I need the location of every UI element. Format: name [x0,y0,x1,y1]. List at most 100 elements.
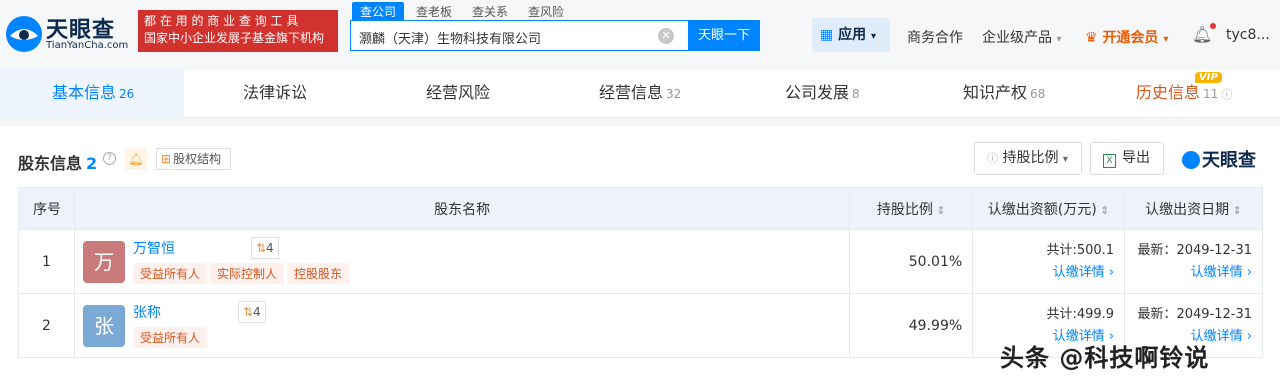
section-title: 股东信息 2 [18,150,97,174]
shareholder-table: 序号 股东名称 持股比例 认缴出资额(万元) 认缴出资日期 1 万 万智恒 ⇅4… [18,187,1263,358]
excel-icon: X [1103,154,1116,168]
ratio-filter-button[interactable]: ⓘ 持股比例 ▾ [974,142,1082,175]
tab-ip[interactable]: 知识产权 68 [963,70,1045,118]
tab-label: 历史信息 [1136,83,1201,102]
top-bar: 天眼查 TianYanCha.com 都 在 用 的 商 业 查 询 工 具 国… [0,0,1280,70]
tab-count: 32 [666,87,682,101]
app-menu-label: 应用 [838,27,867,43]
ratio-filter-label: 持股比例 [1002,150,1059,166]
nav-business[interactable]: 商务合作 [907,27,963,47]
search-tab-relation[interactable]: 查关系 [464,2,516,21]
relation-icon: ⇅ [255,241,267,255]
search-button[interactable]: 天眼一下 [688,20,760,51]
share-ratio: 49.99% [849,293,974,358]
section-count: 2 [86,154,98,173]
help-icon: ⓘ [1221,88,1233,101]
tab-label: 基本信息 [52,83,117,102]
caret-down-icon: ▾ [1163,34,1169,45]
tab-basic-info[interactable]: 基本信息 26 [52,70,134,118]
nav-vip-label: 开通会员 [1102,30,1159,46]
help-icon[interactable]: ? [103,152,116,165]
tag-controlling-shareholder: 控股股东 [287,263,350,284]
search-tab-company[interactable]: 查公司 [352,2,405,21]
shareholder-name[interactable]: 万智恒 [133,238,175,258]
shareholder-cell: 万 万智恒 ⇅4 受益所有人 实际控制人 控股股东 [73,229,851,294]
relation-icon: ⇅ [242,305,254,319]
tab-operation-info[interactable]: 经营信息 32 [599,70,681,118]
vip-badge: VIP [1195,72,1222,83]
tab-operation-risk[interactable]: 经营风险 [426,70,490,118]
help-icon: ⓘ [987,152,998,165]
amount-cell: 共计:500.1 认缴详情 › [972,229,1126,294]
nav-enterprise-products[interactable]: 企业级产品 ▾ [982,27,1061,47]
tag-beneficial-owner: 受益所有人 [132,327,207,348]
monitor-bell-icon[interactable]: 🔔︎ [125,148,147,170]
header-name: 股东名称 [73,187,851,230]
notification-dot [1210,23,1216,29]
watermark: 头条 @科技啊铃说 [1000,344,1210,372]
nav-enterprise-label: 企业级产品 [982,30,1052,46]
grid-icon: ▦ [820,27,834,43]
tab-label: 经营信息 [599,83,664,102]
section-title-label: 股东信息 [18,154,83,173]
search-tab-boss[interactable]: 查老板 [408,2,460,21]
tag-list: 受益所有人 实际控制人 控股股东 [132,263,352,284]
tag-list: 受益所有人 [132,327,210,348]
brand-text: 天眼查 [1202,150,1256,171]
tab-count: 26 [119,87,135,101]
slogan-banner: 都 在 用 的 商 业 查 询 工 具 国家中小企业发展子基金旗下机构 [138,10,338,52]
search-tab-risk[interactable]: 查风险 [520,2,572,21]
header-ratio[interactable]: 持股比例 [849,187,974,230]
date-detail-link[interactable]: 认缴详情 › [1125,262,1252,284]
search-input[interactable]: 灏麟（天津）生物科技有限公司 [350,20,690,51]
amount-detail-link[interactable]: 认缴详情 › [973,262,1114,284]
tab-label: 公司发展 [785,83,850,102]
amount-total: 共计:499.9 [1046,306,1115,322]
equity-structure-label: 股权结构 [173,152,222,166]
shareholder-cell: 张 张称 ⇅4 受益所有人 [73,293,851,358]
logo[interactable]: 天眼查 TianYanCha.com [4,8,136,56]
tag-actual-controller: 实际控制人 [209,263,284,284]
avatar[interactable]: 万 [82,241,125,283]
header-amount[interactable]: 认缴出资额(万元) [972,187,1126,230]
user-account[interactable]: tyc8... [1226,27,1270,43]
export-button[interactable]: X 导出 [1090,142,1164,175]
clear-icon[interactable]: ✕ [658,28,674,44]
tab-count: 68 [1030,87,1046,101]
logo-subtitle: TianYanCha.com [46,40,129,51]
export-label: 导出 [1122,150,1150,166]
company-tabs: 基本信息 26 法律诉讼 经营风险 经营信息 32 公司发展 8 知识产权 68 历史信… [0,70,1280,118]
row-index: 1 [18,229,75,294]
relation-count-badge[interactable]: ⇅4 [250,237,279,259]
tab-legal[interactable]: 法律诉讼 [243,70,307,118]
tab-label: 知识产权 [963,83,1028,102]
date-latest: 最新：2049-12-31 [1137,306,1252,322]
relation-count-badge[interactable]: ⇅4 [237,301,266,323]
caret-down-icon: ▾ [1056,34,1062,45]
tab-development[interactable]: 公司发展 8 [785,70,860,118]
tab-label: 经营风险 [426,83,491,102]
row-index: 2 [18,293,75,358]
table-header-row: 序号 股东名称 持股比例 认缴出资额(万元) 认缴出资日期 [18,187,1263,230]
caret-down-icon: ▾ [1062,154,1068,165]
caret-down-icon: ▾ [870,31,877,42]
nav-vip[interactable]: ♛ 开通会员 ▾ [1085,27,1168,47]
avatar[interactable]: 张 [82,305,125,347]
tab-count: 8 [852,87,860,101]
bell-icon[interactable]: 🔔︎ [1192,25,1212,44]
header-index: 序号 [18,187,75,230]
app-menu-button[interactable]: ▦ 应用 ▾ [812,18,890,52]
relation-count: 4 [253,305,261,319]
header-date[interactable]: 认缴出资日期 [1124,187,1263,230]
relation-count: 4 [266,241,274,255]
slogan-line-2: 国家中小企业发展子基金旗下机构 [144,31,325,45]
logo-eye-icon [1182,151,1200,169]
equity-structure-icon: ⊞ [161,152,172,166]
shareholder-name[interactable]: 张称 [133,302,161,322]
table-row: 1 万 万智恒 ⇅4 受益所有人 实际控制人 控股股东 50.01% 共计:500.… [18,229,1263,294]
crown-icon: ♛ [1085,30,1098,46]
brand-logo: 天眼查 [1182,146,1256,172]
tag-beneficial-owner: 受益所有人 [132,263,207,284]
date-latest: 最新：2049-12-31 [1137,242,1252,258]
equity-structure-button[interactable]: ⊞ 股权结构 [156,148,231,170]
